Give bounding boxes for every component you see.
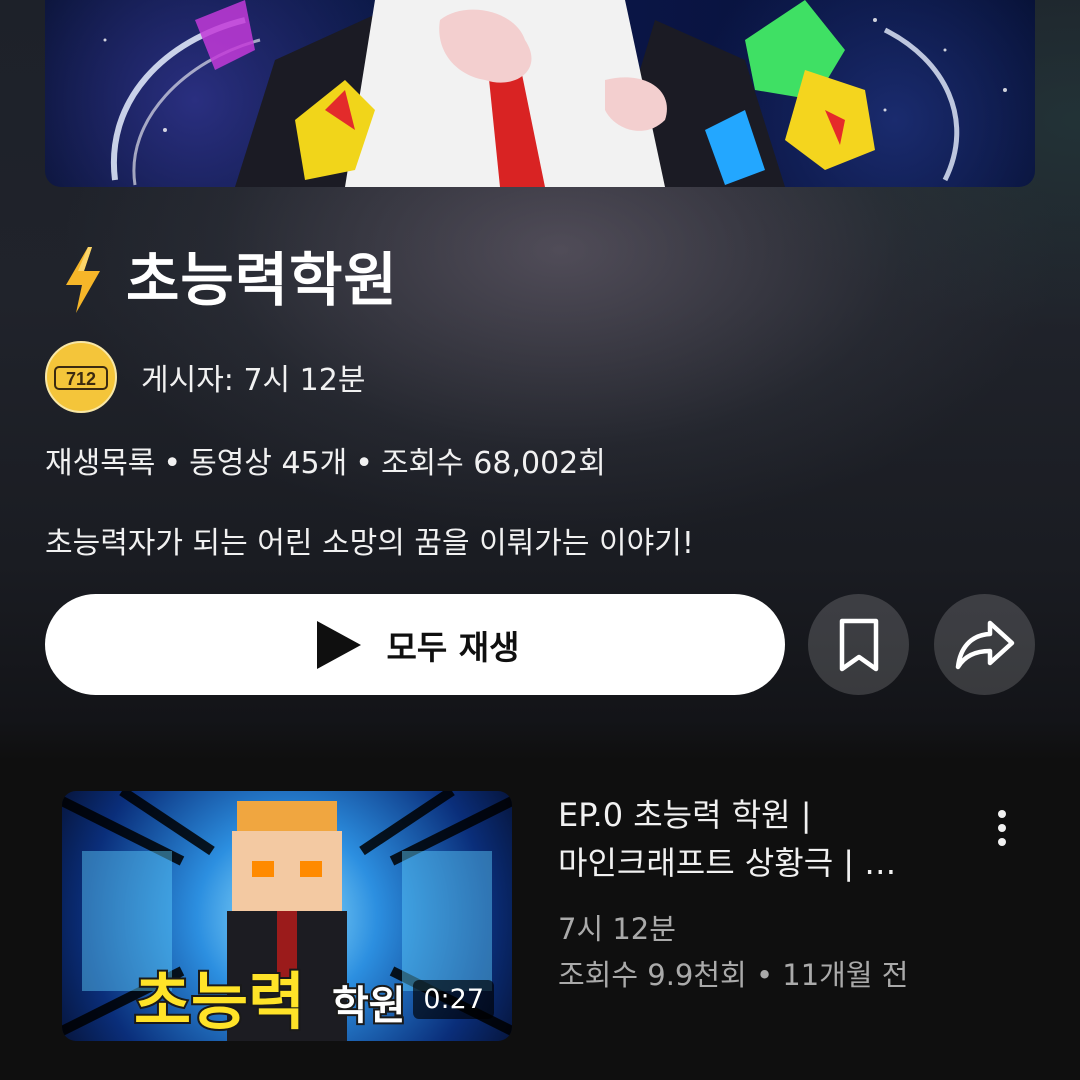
playlist-title: 초능력학원 [126, 246, 398, 314]
lightning-bolt-icon [66, 247, 100, 313]
video-title-line: 마인크래프트 상황극 | … [558, 844, 897, 882]
share-button[interactable] [934, 594, 1035, 695]
playlist-banner [45, 0, 1035, 187]
svg-text:712: 712 [66, 369, 96, 389]
author-row[interactable]: 712 게시자: 7시 12분 [45, 341, 365, 413]
video-channel: 7시 12분 [558, 912, 676, 946]
play-all-label: 모두 재생 [386, 627, 520, 667]
playlist-title-row: 초능력학원 [58, 245, 398, 315]
separator-dot: • [163, 446, 182, 481]
play-all-button[interactable]: 모두 재생 [45, 594, 785, 695]
svg-text:초능력: 초능력 [134, 968, 305, 1037]
play-icon [316, 620, 361, 669]
playlist-meta: 재생목록 • 동영상 45개 • 조회수 68,002회 [45, 438, 606, 482]
channel-avatar[interactable]: 712 [45, 341, 117, 413]
video-count: 동영상 45개 [189, 446, 348, 481]
separator-dot: • [355, 446, 373, 481]
view-count: 조회수 68,002회 [380, 446, 606, 481]
video-more-button[interactable] [982, 803, 1022, 853]
playlist-video-item[interactable]: 초능력 학원 0:27 EP.0 초능력 학원 | 마인크래프트 상황극 | …… [62, 791, 1052, 1041]
share-icon [955, 620, 1014, 669]
video-thumbnail[interactable]: 초능력 학원 0:27 [62, 791, 512, 1041]
more-vert-icon [998, 810, 1006, 846]
video-duration: 0:27 [413, 980, 494, 1019]
bookmark-icon [839, 618, 878, 671]
save-playlist-button[interactable] [808, 594, 909, 695]
svg-text:학원: 학원 [332, 984, 406, 1028]
channel-logo: 712 [54, 366, 108, 390]
playlist-description: 초능력자가 되는 어린 소망의 꿈을 이뤄가는 이야기! [45, 526, 694, 561]
video-title[interactable]: EP.0 초능력 학원 | 마인크래프트 상황극 | … [558, 791, 958, 887]
playlist-type: 재생목록 [45, 446, 156, 481]
video-title-line: EP.0 초능력 학원 | [558, 796, 812, 834]
author-label[interactable]: 게시자: 7시 12분 [141, 355, 365, 399]
playlist-page: 초능력학원 712 게시자: 7시 12분 재생목록 • 동영상 45개 • 조회수 6… [0, 0, 1080, 1080]
video-stats: 조회수 9.9천회 • 11개월 전 [558, 958, 909, 992]
